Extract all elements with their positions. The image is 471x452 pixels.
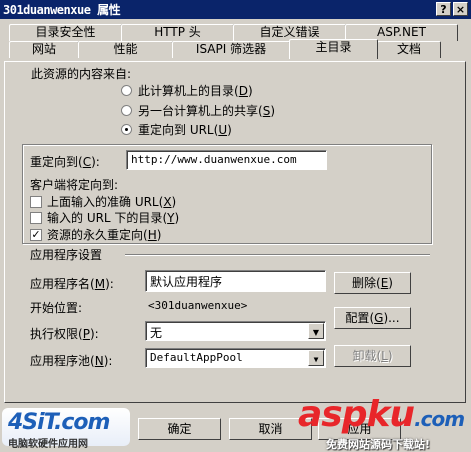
chevron-down-icon[interactable]: ▼ [308, 323, 324, 339]
watermark-4sit: 4SiT.com 电脑软硬件应用网 [2, 406, 152, 452]
unload-button[interactable]: 卸载(L) [334, 345, 411, 367]
radio-network-share-label: 另一台计算机上的共享(S) [138, 104, 276, 118]
delete-button[interactable]: 删除(E) [334, 272, 411, 294]
app-settings-divider [125, 254, 430, 256]
tab-website[interactable]: 网站 [9, 41, 79, 58]
start-position-value: <301duanwenxue> [148, 299, 248, 312]
tab-isapi-filters[interactable]: ISAPI 筛选器 [172, 41, 290, 58]
watermark-right-logo: aspku.com [298, 394, 465, 435]
tab-directory-security[interactable]: 目录安全性 [9, 24, 122, 41]
redirect-url-input[interactable]: http://www.duanwenxue.com [126, 150, 327, 170]
app-name-input[interactable]: 默认应用程序 [145, 270, 326, 292]
radio-network-share[interactable] [121, 105, 132, 116]
help-button[interactable]: ? [436, 2, 451, 16]
watermark-left-logo: 4SiT.com [8, 410, 110, 435]
check-exact-url-label: 上面输入的准确 URL(X) [47, 195, 177, 209]
exec-permission-select[interactable]: 无 ▼ [145, 321, 326, 341]
radio-redirect-url-label: 重定向到 URL(U) [138, 123, 232, 137]
check-exact-url[interactable] [30, 196, 42, 208]
content-source-heading: 此资源的内容来自: [31, 67, 132, 81]
tab-documents[interactable]: 文档 [377, 41, 441, 58]
redirect-label: 重定向到(C): [30, 155, 100, 169]
radio-redirect-url[interactable] [121, 124, 132, 135]
title-bar: 301duanwenxue 属性 ? × [0, 0, 471, 19]
check-directory-below-label: 输入的 URL 下的目录(Y) [47, 211, 180, 225]
tab-home-directory[interactable]: 主目录 [289, 39, 378, 59]
app-pool-select[interactable]: DefaultAppPool ▼ [145, 348, 326, 368]
chevron-down-icon[interactable]: ▼ [308, 350, 324, 366]
exec-permission-label: 执行权限(P): [30, 327, 99, 341]
config-button[interactable]: 配置(G)... [334, 307, 411, 329]
app-name-label: 应用程序名(M): [30, 277, 114, 291]
radio-local-directory[interactable] [121, 85, 132, 96]
watermark-right-caption: 免费网站源码下载站! [326, 438, 431, 451]
tab-performance[interactable]: 性能 [78, 41, 173, 58]
close-button[interactable]: × [453, 2, 468, 16]
watermark-aspku: aspku.com 免费网站源码下载站! [290, 394, 471, 452]
radio-local-directory-label: 此计算机上的目录(D) [138, 84, 253, 98]
check-permanent-redirect-label: 资源的永久重定向(H) [47, 228, 162, 242]
check-directory-below[interactable] [30, 212, 42, 224]
start-position-label: 开始位置: [30, 301, 83, 315]
window-title: 301duanwenxue 属性 [3, 3, 121, 17]
check-permanent-redirect[interactable]: ✓ [30, 229, 42, 241]
app-settings-heading: 应用程序设置 [30, 248, 103, 262]
client-redirect-heading: 客户端将定向到: [30, 178, 119, 192]
tab-http-headers[interactable]: HTTP 头 [121, 24, 234, 41]
app-pool-label: 应用程序池(N): [30, 354, 113, 368]
watermark-left-caption: 电脑软硬件应用网 [8, 439, 88, 450]
